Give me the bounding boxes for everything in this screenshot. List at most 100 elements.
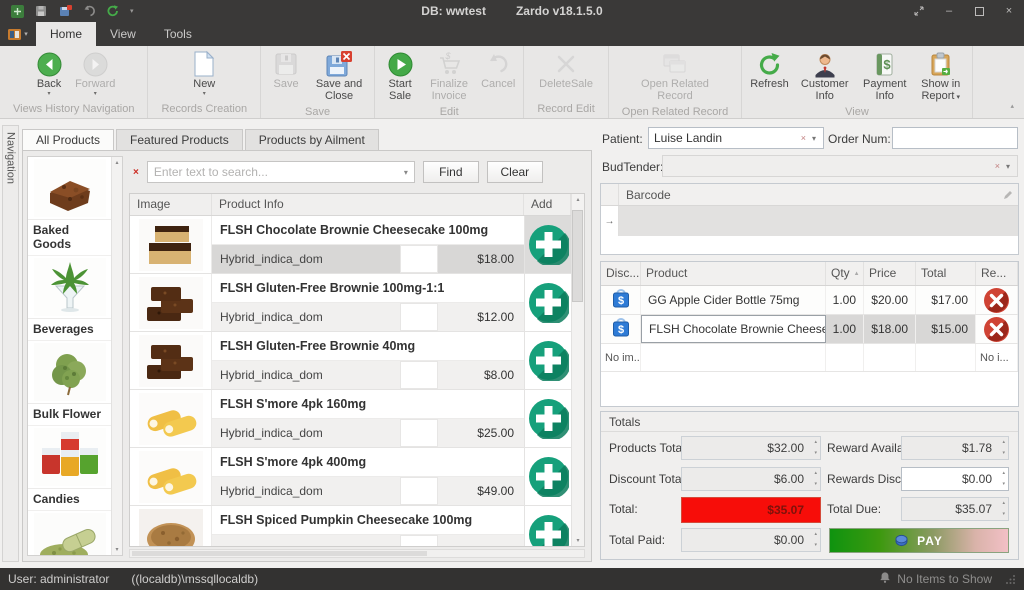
button-label: Customer Info xyxy=(801,78,849,102)
customer-info-button[interactable]: Customer Info xyxy=(795,49,855,104)
patient-combo[interactable]: Luise Landin × ▾ xyxy=(648,127,824,149)
cart-row[interactable]: $GG Apple Cider Bottle 75mg1.00$20.00$17… xyxy=(601,286,1018,315)
app-menu-button[interactable]: ▾ xyxy=(0,22,36,46)
svg-text:$: $ xyxy=(617,295,623,307)
fullscreen-button[interactable] xyxy=(904,0,934,22)
save-and-close-icon[interactable] xyxy=(58,4,72,18)
add-to-cart-button[interactable] xyxy=(528,456,569,497)
ribbon-collapse-icon[interactable]: ▴ xyxy=(1010,102,1014,110)
cart-header-qty[interactable]: Qty▲ xyxy=(826,262,864,285)
cart-header-re[interactable]: Re... xyxy=(976,262,1018,285)
combo-clear-icon[interactable]: × xyxy=(797,133,810,143)
save-icon[interactable] xyxy=(34,4,48,18)
button-label: Refresh xyxy=(750,78,789,90)
pay-button[interactable]: PAY xyxy=(829,528,1009,553)
new-button[interactable]: New▾ xyxy=(184,49,224,98)
refresh-icon[interactable] xyxy=(106,4,120,18)
product-row[interactable]: FLSH S'more 4pk 160mgHybrid_indica_dom$2… xyxy=(130,390,571,448)
tab-featured-products[interactable]: Featured Products xyxy=(116,129,243,150)
ribbon-group-caption: Save xyxy=(266,104,369,120)
save-and-close-button[interactable]: Save and Close xyxy=(309,49,369,104)
find-button[interactable]: Find xyxy=(423,161,479,183)
row-indicator-icon: → xyxy=(601,206,619,236)
ribbon-group-caption: Record Edit xyxy=(529,101,602,118)
ribbon-tab-home[interactable]: Home xyxy=(36,22,96,46)
cart-header-total[interactable]: Total xyxy=(916,262,976,285)
barcode-column-header[interactable]: Barcode xyxy=(619,188,1003,202)
search-input[interactable] xyxy=(154,165,400,179)
cart-header-disc[interactable]: Disc... xyxy=(601,262,641,285)
combo-dropdown-icon[interactable]: ▾ xyxy=(810,134,818,143)
svg-text:$: $ xyxy=(617,324,623,336)
back-button[interactable]: Back▾ xyxy=(29,49,69,98)
button-label: Finalize Invoice xyxy=(430,78,468,102)
add-to-cart-button[interactable] xyxy=(528,282,569,323)
minimize-button[interactable]: – xyxy=(934,0,964,22)
spinner-buttons[interactable]: ▴▾ xyxy=(1002,471,1005,487)
close-button[interactable]: × xyxy=(994,0,1024,22)
ribbon-group-open-related-record: Open Related RecordOpen Related Record xyxy=(609,46,742,118)
products-total-label: Products Total: xyxy=(609,436,688,460)
category-item-candies[interactable]: Candies xyxy=(28,426,111,511)
add-to-cart-button[interactable] xyxy=(528,514,569,546)
total-due-label: Total Due: xyxy=(827,497,881,521)
navigation-panel-collapsed[interactable]: Navigation xyxy=(2,125,19,562)
payment-info-button[interactable]: $Payment Info xyxy=(858,49,912,104)
scrollbar-thumb[interactable] xyxy=(572,210,583,302)
remove-item-button[interactable] xyxy=(983,316,1010,343)
product-grid-header-product-info[interactable]: Product Info xyxy=(212,194,524,215)
tab-all-products[interactable]: All Products xyxy=(22,129,114,150)
category-item-baked-goods[interactable]: Baked Goods xyxy=(28,157,111,256)
forward-button: Forward▾ xyxy=(72,49,118,98)
product-qty-cell[interactable] xyxy=(400,303,438,331)
ribbon-tab-tools[interactable]: Tools xyxy=(150,22,206,46)
add-to-cart-button[interactable] xyxy=(528,224,569,265)
cart-row[interactable]: $FLSH Chocolate Brownie Cheesecake 100..… xyxy=(601,315,1018,344)
search-clear-icon[interactable]: × xyxy=(133,167,139,178)
add-to-cart-button[interactable] xyxy=(528,398,569,439)
show-in-report-button[interactable]: Show in Report▾ xyxy=(915,49,967,104)
ribbon-tab-view[interactable]: View xyxy=(96,22,150,46)
combo-clear-icon: × xyxy=(991,161,1004,171)
product-qty-cell[interactable] xyxy=(400,361,438,389)
cart-header-product[interactable]: Product xyxy=(641,262,826,285)
product-row[interactable]: FLSH Gluten-Free Brownie 100mg-1:1Hybrid… xyxy=(130,274,571,332)
clear-button[interactable]: Clear xyxy=(487,161,543,183)
product-price: $18.00 xyxy=(438,245,524,273)
ribbon-group-save: SaveSave and CloseSave xyxy=(261,46,375,118)
category-item[interactable] xyxy=(28,511,111,556)
product-row[interactable]: FLSH S'more 4pk 400mgHybrid_indica_dom$4… xyxy=(130,448,571,506)
product-row[interactable]: FLSH Gluten-Free Brownie 40mgHybrid_indi… xyxy=(130,332,571,390)
category-item-beverages[interactable]: Beverages xyxy=(28,256,111,341)
tab-products-by-ailment[interactable]: Products by Ailment xyxy=(245,129,379,150)
discount-cell: $ xyxy=(601,315,641,343)
barcode-input-cell[interactable] xyxy=(619,206,1018,236)
product-qty-cell[interactable] xyxy=(400,419,438,447)
cancel-button: Cancel xyxy=(478,49,518,91)
product-qty-cell[interactable] xyxy=(400,245,438,273)
product-grid-hscrollbar[interactable] xyxy=(129,549,585,558)
resize-grip[interactable] xyxy=(1006,574,1016,584)
maximize-button[interactable] xyxy=(964,0,994,22)
category-scrollbar[interactable]: ▴▾ xyxy=(111,157,122,555)
order-num-input[interactable] xyxy=(892,127,1018,149)
product-grid-header-image[interactable]: Image xyxy=(130,194,212,215)
refresh-button[interactable]: Refresh xyxy=(747,49,792,91)
search-dropdown-caret-icon[interactable]: ▾ xyxy=(400,168,408,177)
refresh-icon xyxy=(756,50,783,78)
cart-header-price[interactable]: Price xyxy=(864,262,916,285)
start-sale-button[interactable]: Start Sale xyxy=(380,49,420,104)
remove-item-button[interactable] xyxy=(983,287,1010,314)
product-row[interactable]: FLSH Chocolate Brownie Cheesecake 100mgH… xyxy=(130,216,571,274)
product-row[interactable]: FLSH Spiced Pumpkin Cheesecake 100mg xyxy=(130,506,571,546)
product-qty-cell[interactable] xyxy=(400,477,438,505)
qat-customize-caret-icon[interactable]: ▾ xyxy=(130,7,134,15)
add-to-cart-button[interactable] xyxy=(528,340,569,381)
undo-icon[interactable] xyxy=(82,4,96,18)
edit-pencil-icon xyxy=(1003,190,1018,200)
ribbon-group-caption: Open Related Record xyxy=(614,104,736,120)
product-qty-cell[interactable] xyxy=(400,535,438,546)
product-grid-header-add[interactable]: Add xyxy=(524,194,571,215)
category-item-bulk-flower[interactable]: Bulk Flower xyxy=(28,341,111,426)
rewards-discount-field[interactable]: $0.00▴▾ xyxy=(901,467,1009,491)
